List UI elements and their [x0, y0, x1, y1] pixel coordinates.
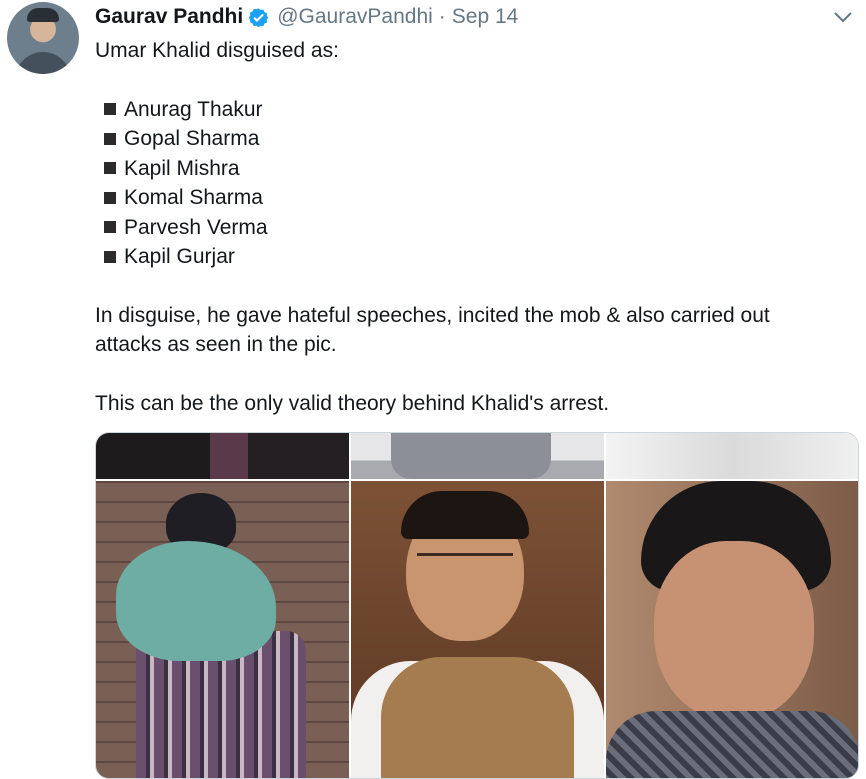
avatar-hair: [27, 8, 59, 22]
tweet-paragraph-2: This can be the only valid theory behind…: [95, 392, 610, 415]
bullet-icon: [104, 221, 116, 234]
list-item-label: Anurag Thakur: [124, 97, 263, 121]
media-image-3[interactable]: [606, 433, 858, 778]
tweet-intro: Umar Khalid disguised as:: [95, 39, 339, 62]
list-item: Kapil Gurjar: [95, 242, 835, 272]
tweet-paragraph-1: In disguise, he gave hateful speeches, i…: [95, 303, 770, 357]
image-top-strip: [96, 433, 349, 479]
photo-hair: [401, 491, 529, 539]
list-item-label: Gopal Sharma: [124, 127, 260, 150]
chevron-down-icon[interactable]: [832, 8, 854, 26]
media-grid: [95, 432, 859, 779]
list-item-label: Komal Sharma: [124, 186, 263, 209]
photo-figure-scarf: [116, 541, 276, 661]
author-handle[interactable]: @GauravPandhi: [277, 5, 433, 29]
photo-glasses: [417, 553, 513, 576]
image-top-strip: [351, 433, 604, 479]
photo-face: [654, 541, 814, 721]
image-photo: [606, 481, 858, 778]
image-photo: [96, 481, 349, 778]
avatar[interactable]: [7, 2, 79, 74]
list-item: Kapil Mishra: [95, 154, 835, 184]
separator: ·: [438, 5, 446, 28]
bullet-icon: [104, 103, 116, 116]
list-item-label: Parvesh Verma: [124, 215, 268, 239]
list-item: Anurag Thakur: [95, 95, 835, 125]
avatar-shirt: [15, 52, 71, 74]
photo-vest: [381, 657, 574, 778]
photo-legs: [391, 433, 551, 479]
bullet-icon: [104, 250, 116, 263]
image-photo: [351, 481, 604, 778]
tweet-text: Umar Khalid disguised as: Anurag Thakur …: [95, 36, 835, 419]
verified-badge-icon: [248, 7, 269, 28]
bullet-icon: [104, 191, 116, 204]
photo-sweater: [606, 711, 858, 778]
image-top-strip: [606, 433, 858, 479]
list-item: Parvesh Verma: [95, 213, 835, 243]
list-item-label: Kapil Mishra: [124, 156, 240, 180]
disguise-list: Anurag Thakur Gopal Sharma Kapil Mishra …: [95, 95, 835, 272]
list-item: Gopal Sharma: [95, 124, 835, 154]
list-item: Komal Sharma: [95, 183, 835, 213]
bullet-icon: [104, 162, 116, 175]
author-name[interactable]: Gaurav Pandhi: [95, 5, 243, 29]
bullet-icon: [104, 132, 116, 145]
list-item-label: Kapil Gurjar: [124, 245, 235, 268]
tweet-date[interactable]: Sep 14: [452, 5, 519, 29]
media-image-1[interactable]: [96, 433, 349, 778]
tweet-header: Gaurav Pandhi @GauravPandhi · Sep 14: [95, 4, 518, 30]
media-image-2[interactable]: [351, 433, 604, 778]
